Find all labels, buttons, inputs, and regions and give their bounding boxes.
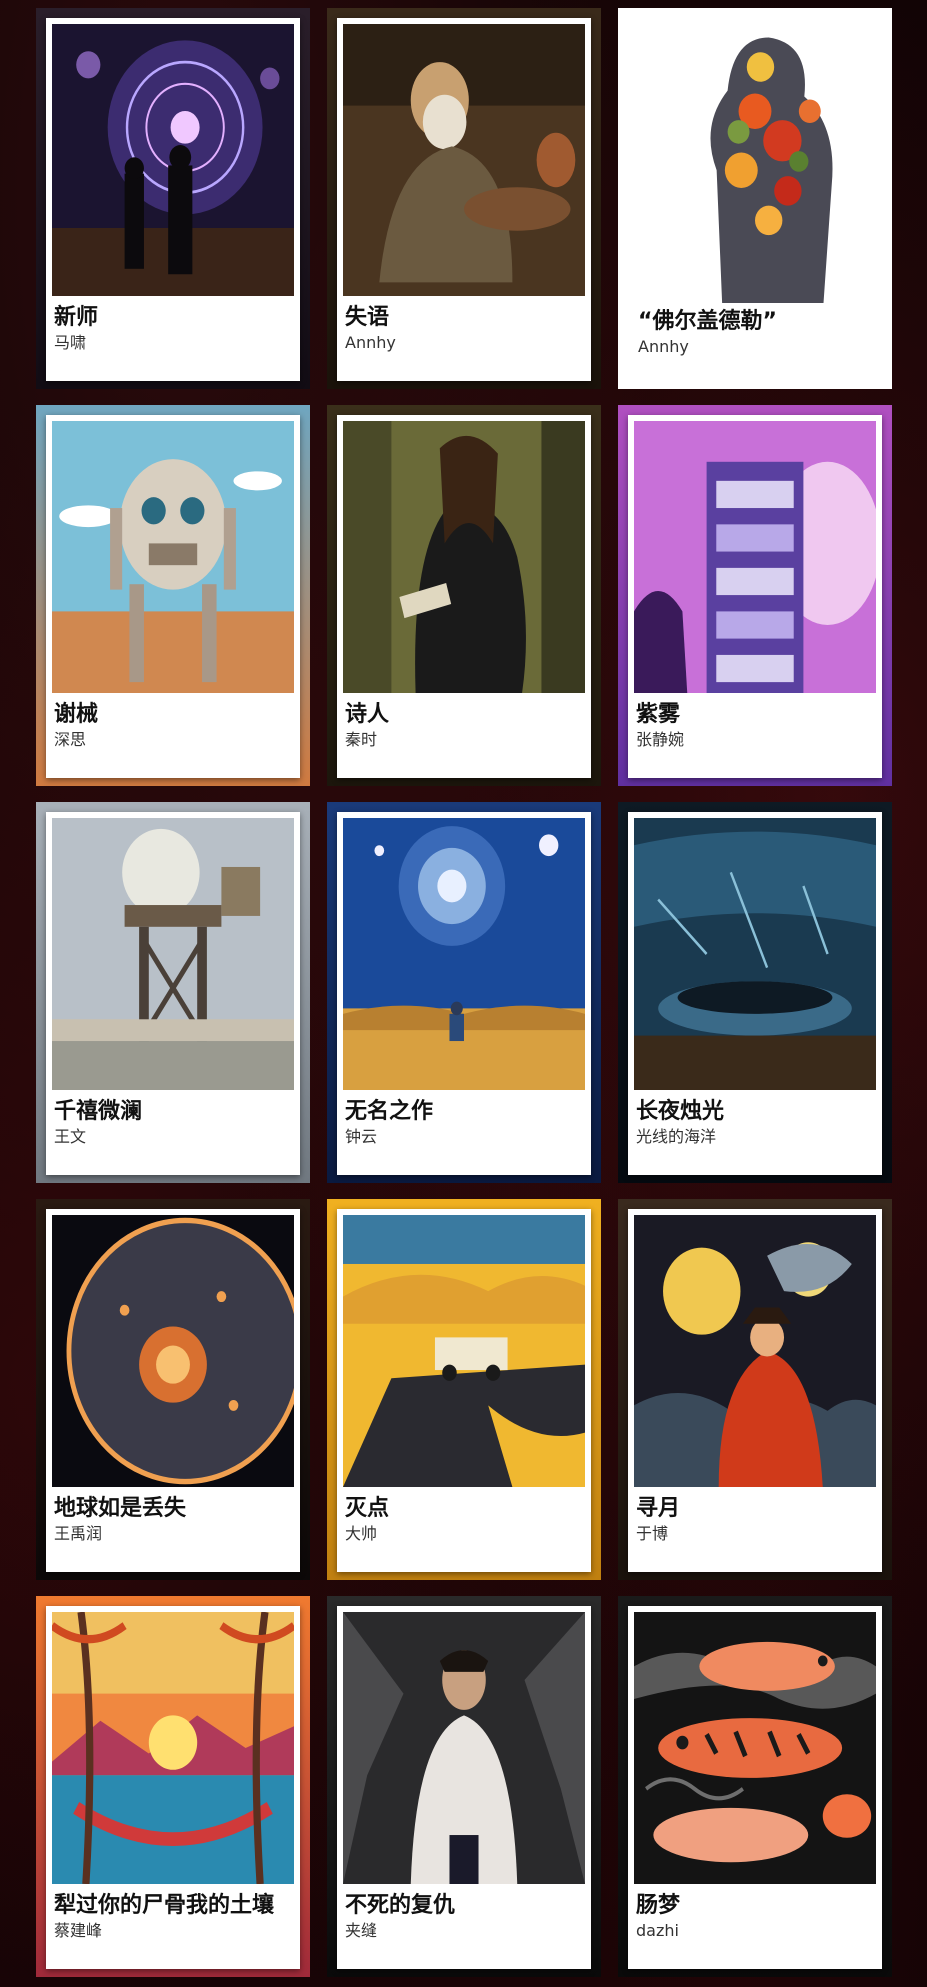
- artwork-author: 于博: [636, 1524, 669, 1543]
- artwork-image: [52, 818, 294, 1090]
- card-frame: 谢械 深思: [46, 415, 300, 778]
- artwork-title: 寻月: [636, 1496, 681, 1521]
- artwork-title: 紫雾: [636, 702, 681, 727]
- card-frame: 紫雾 张静婉: [628, 415, 882, 778]
- artwork-title: “佛尔盖德勒”: [638, 309, 777, 334]
- artwork-image: [343, 1215, 585, 1487]
- artwork-image: [634, 1612, 876, 1884]
- artwork-card[interactable]: 长夜烛光 光线的海洋: [618, 802, 892, 1183]
- artwork-title: 犁过你的尸骨我的土壤: [54, 1893, 275, 1918]
- artwork-title: 肠梦: [636, 1893, 681, 1918]
- card-frame: 地球如是丢失 王禹润: [46, 1209, 300, 1572]
- card-frame: 诗人 秦时: [337, 415, 591, 778]
- artwork-title: 地球如是丢失: [54, 1496, 187, 1521]
- artwork-author: 夹缝: [345, 1921, 378, 1940]
- artwork-image: [343, 421, 585, 693]
- artwork-author: 张静婉: [636, 730, 685, 749]
- artwork-image: [634, 1215, 876, 1487]
- artwork-image: [343, 24, 585, 296]
- artwork-author: 蔡建峰: [54, 1921, 103, 1940]
- artwork-image: [52, 421, 294, 693]
- artwork-card[interactable]: 诗人 秦时: [327, 405, 601, 786]
- artwork-image: [343, 1612, 585, 1884]
- artwork-card[interactable]: 不死的复仇 夹缝: [327, 1596, 601, 1977]
- artwork-author: dazhi: [636, 1921, 679, 1940]
- card-frame: 无名之作 钟云: [337, 812, 591, 1175]
- artwork-image: [618, 8, 892, 303]
- artwork-card[interactable]: 寻月 于博: [618, 1199, 892, 1580]
- artwork-title: 无名之作: [345, 1099, 434, 1124]
- artwork-card[interactable]: “佛尔盖德勒” Annhy: [618, 8, 892, 389]
- artwork-image: [634, 421, 876, 693]
- artwork-title: 不死的复仇: [345, 1893, 456, 1918]
- artwork-card[interactable]: 肠梦 dazhi: [618, 1596, 892, 1977]
- card-frame: 肠梦 dazhi: [628, 1606, 882, 1969]
- artwork-card[interactable]: 谢械 深思: [36, 405, 310, 786]
- artwork-card[interactable]: 紫雾 张静婉: [618, 405, 892, 786]
- artwork-title: 新师: [54, 305, 99, 330]
- card-frame: 寻月 于博: [628, 1209, 882, 1572]
- artwork-author: Annhy: [638, 337, 689, 356]
- artwork-title: 谢械: [54, 702, 99, 727]
- artwork-title: 千禧微澜: [54, 1099, 143, 1124]
- artwork-author: 光线的海洋: [636, 1127, 717, 1146]
- card-frame: 千禧微澜 王文: [46, 812, 300, 1175]
- card-frame: “佛尔盖德勒” Annhy: [618, 8, 892, 389]
- artwork-card[interactable]: 犁过你的尸骨我的土壤 蔡建峰: [36, 1596, 310, 1977]
- artwork-author: Annhy: [345, 333, 396, 352]
- artwork-card[interactable]: 无名之作 钟云: [327, 802, 601, 1183]
- artwork-author: 大帅: [345, 1524, 378, 1543]
- card-frame: 失语 Annhy: [337, 18, 591, 381]
- artwork-author: 深思: [54, 730, 87, 749]
- artwork-author: 王禹润: [54, 1524, 103, 1543]
- artwork-title: 长夜烛光: [636, 1099, 725, 1124]
- artwork-title: 失语: [345, 305, 390, 330]
- card-frame: 长夜烛光 光线的海洋: [628, 812, 882, 1175]
- artwork-card[interactable]: 灭点 大帅: [327, 1199, 601, 1580]
- card-frame: 不死的复仇 夹缝: [337, 1606, 591, 1969]
- card-frame: 新师 马啸: [46, 18, 300, 381]
- artwork-card[interactable]: 千禧微澜 王文: [36, 802, 310, 1183]
- artwork-image: [343, 818, 585, 1090]
- card-frame: 犁过你的尸骨我的土壤 蔡建峰: [46, 1606, 300, 1969]
- artwork-image: [52, 24, 294, 296]
- artwork-author: 秦时: [345, 730, 378, 749]
- artwork-card[interactable]: 失语 Annhy: [327, 8, 601, 389]
- artwork-card[interactable]: 新师 马啸: [36, 8, 310, 389]
- artwork-title: 诗人: [345, 702, 390, 727]
- artwork-image: [52, 1215, 294, 1487]
- artwork-author: 王文: [54, 1127, 87, 1146]
- artwork-image: [52, 1612, 294, 1884]
- card-frame: 灭点 大帅: [337, 1209, 591, 1572]
- artwork-title: 灭点: [345, 1496, 390, 1521]
- artwork-card[interactable]: 地球如是丢失 王禹润: [36, 1199, 310, 1580]
- artwork-gallery-grid: 新师 马啸 失语 Annhy “佛尔盖德勒” Annhy 谢械 深思 诗人 秦时…: [36, 8, 892, 1985]
- artwork-author: 马啸: [54, 333, 87, 352]
- artwork-image: [634, 818, 876, 1090]
- artwork-author: 钟云: [345, 1127, 378, 1146]
